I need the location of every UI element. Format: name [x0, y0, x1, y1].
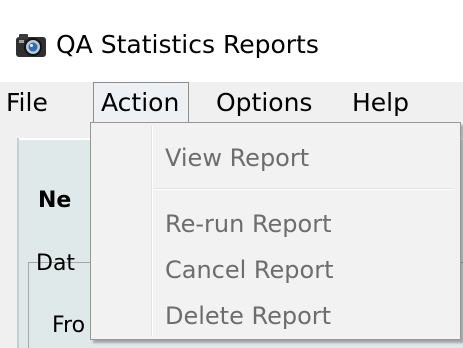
menu-file[interactable]: File: [6, 82, 48, 124]
menu-item-view-report[interactable]: View Report: [165, 143, 309, 173]
camera-icon: [16, 34, 46, 57]
partial-label-ne: Ne: [38, 188, 72, 213]
partial-label-date: Dat: [36, 251, 76, 276]
window-title: QA Statistics Reports: [56, 30, 319, 59]
panel-edge: [17, 138, 19, 348]
menu-item-cancel-report[interactable]: Cancel Report: [165, 255, 334, 285]
menu-help[interactable]: Help: [352, 82, 409, 124]
menu-separator-highlight: [153, 189, 453, 190]
title-bar: QA Statistics Reports: [0, 0, 463, 92]
app-window: QA Statistics Reports File Action Option…: [0, 0, 463, 348]
menu-item-rerun-report[interactable]: Re-run Report: [165, 209, 332, 239]
partial-label-from: Fro: [52, 313, 86, 338]
menu-gutter-highlight: [152, 126, 153, 336]
menu-options[interactable]: Options: [216, 82, 312, 124]
action-dropdown-menu: View Report Re-run Report Cancel Report …: [90, 122, 461, 340]
menu-item-delete-report[interactable]: Delete Report: [165, 301, 331, 331]
menu-action[interactable]: Action: [93, 82, 189, 122]
